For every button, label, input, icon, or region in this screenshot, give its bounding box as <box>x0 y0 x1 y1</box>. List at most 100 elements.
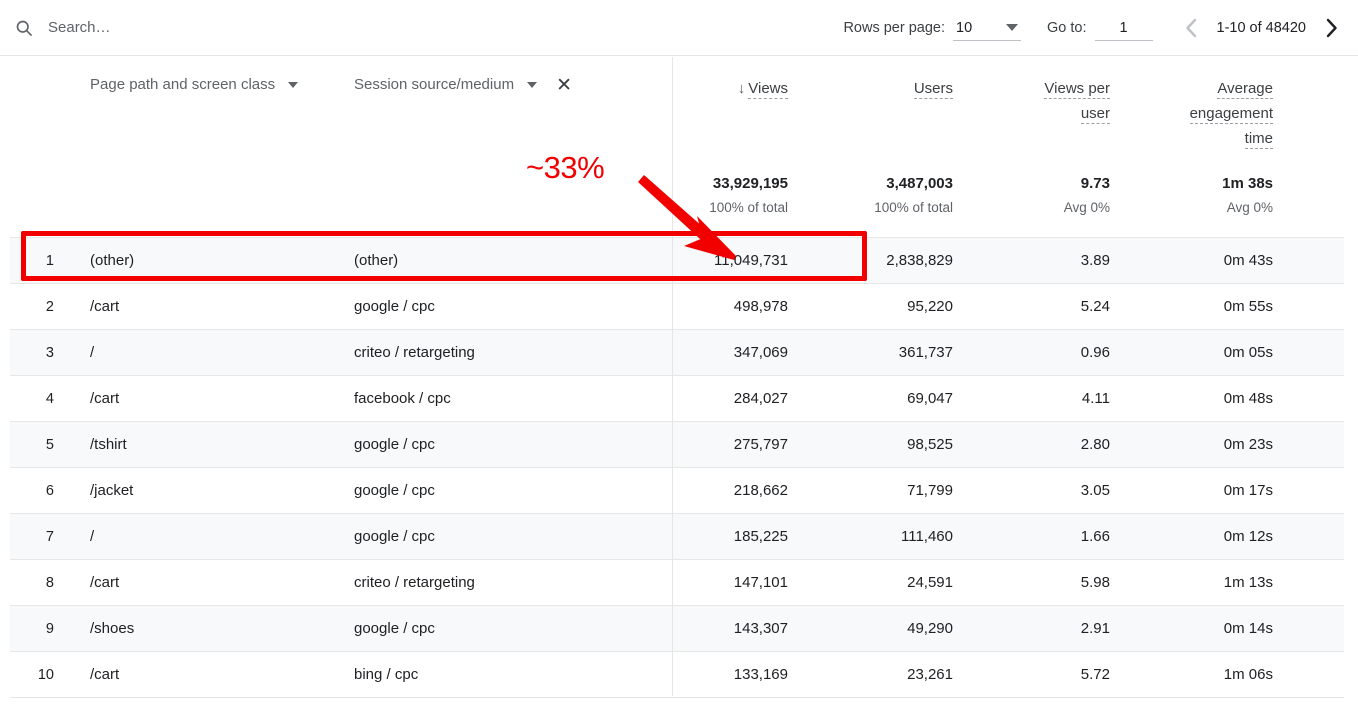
search-box[interactable] <box>14 10 468 46</box>
table-row[interactable]: 9/shoes google / cpc 143,307 49,290 2.91 0m 1… <box>10 606 1344 652</box>
cell-rank: 3 <box>45 344 54 361</box>
header-dimension-1[interactable]: Page path and screen class <box>54 56 352 174</box>
header-metric-avg-engagement-time-label[interactable]: Average engagement time <box>1118 76 1273 151</box>
header-metric-users-label[interactable]: Users <box>796 76 953 101</box>
cell-views: 498,978 <box>733 298 788 315</box>
dimension-1-selector[interactable]: Page path and screen class <box>90 76 299 93</box>
cell-page-path: / <box>90 344 95 361</box>
search-input[interactable] <box>48 15 468 40</box>
cell-rank: 10 <box>37 666 54 683</box>
cell-avg-engagement-time: 1m 13s <box>1223 574 1273 591</box>
annotation-percentage-label: ~33% <box>526 150 605 185</box>
cell-session-source-medium: google / cpc <box>354 482 435 499</box>
table-row[interactable]: 1 (other) (other) 11,049,731 2,838,829 3.89 0m… <box>10 238 1344 284</box>
cell-session-source-medium: criteo / retargeting <box>354 344 475 361</box>
cell-rank: 6 <box>45 482 54 499</box>
remove-dimension-2-icon[interactable]: ✕ <box>556 76 572 95</box>
totals-avg-engagement-time-cell: 1m 38s Avg 0% <box>1118 174 1294 217</box>
cell-session-source-medium: google / cpc <box>354 528 435 545</box>
table-row[interactable]: 7 / google / cpc 185,225 111,460 1.66 0m 12s <box>10 514 1344 560</box>
totals-users-value: 3,487,003 <box>886 175 953 192</box>
totals-users-subtext: 100% of total <box>874 200 953 215</box>
totals-views-per-user-value: 9.73 <box>1080 175 1110 192</box>
header-metric-views[interactable]: ↓ Views <box>634 56 796 174</box>
totals-views-per-user-cell: 9.73 Avg 0% <box>958 174 1118 217</box>
rows-per-page-select[interactable]: 10 <box>953 15 1021 41</box>
cell-users: 98,525 <box>907 436 953 453</box>
cell-avg-engagement-time: 0m 55s <box>1223 298 1273 315</box>
go-to-page-input[interactable] <box>1094 15 1153 41</box>
metric-aet-line-3: time <box>1244 130 1273 149</box>
header-metric-users[interactable]: Users <box>796 56 958 174</box>
cell-views: 133,169 <box>733 666 788 683</box>
cell-views-per-user: 2.80 <box>1080 436 1110 453</box>
cell-views-per-user: 2.91 <box>1080 620 1110 637</box>
cell-views: 147,101 <box>733 574 788 591</box>
dimension-2-selector[interactable]: Session source/medium <box>354 76 538 93</box>
cell-page-path: / <box>90 528 95 545</box>
chevron-right-icon <box>1326 18 1337 38</box>
header-metric-views-per-user-label[interactable]: Views per user <box>958 76 1110 126</box>
table-toolbar: Rows per page: 10 Go to: 1-10 of 48420 <box>0 0 1358 56</box>
chevron-down-icon <box>527 81 538 88</box>
chevron-down-icon <box>1006 24 1018 31</box>
rows-per-page-label: Rows per page: <box>843 20 945 36</box>
cell-views: 11,049,731 <box>714 252 788 269</box>
sort-descending-icon: ↓ <box>737 80 746 97</box>
cell-avg-engagement-time: 0m 05s <box>1223 344 1273 361</box>
go-to-label: Go to: <box>1047 20 1087 36</box>
cell-avg-engagement-time: 0m 12s <box>1223 528 1273 545</box>
totals-views-cell: 33,929,195 100% of total <box>634 174 796 217</box>
table-row[interactable]: 3 / criteo / retargeting 347,069 361,737 0.96… <box>10 330 1344 376</box>
header-metric-views-label[interactable]: ↓ Views <box>634 76 788 101</box>
cell-views-per-user: 3.05 <box>1080 482 1110 499</box>
cell-session-source-medium: facebook / cpc <box>354 390 451 407</box>
previous-page-button[interactable] <box>1175 11 1209 45</box>
cell-page-path: (other) <box>90 252 135 269</box>
cell-rank: 1 <box>45 252 54 269</box>
cell-views-per-user: 3.89 <box>1080 252 1110 269</box>
cell-page-path: /cart <box>90 666 120 683</box>
cell-session-source-medium: google / cpc <box>354 436 435 453</box>
next-page-button[interactable] <box>1314 11 1348 45</box>
cell-page-path: /cart <box>90 574 120 591</box>
cell-avg-engagement-time: 1m 06s <box>1223 666 1273 683</box>
cell-session-source-medium: bing / cpc <box>354 666 419 683</box>
cell-views: 185,225 <box>733 528 788 545</box>
table-row[interactable]: 4/cart facebook / cpc 284,027 69,047 4.11 0m … <box>10 376 1344 422</box>
column-group-divider <box>672 57 673 696</box>
table-row[interactable]: 6/jacket google / cpc 218,662 71,799 3.05 0m … <box>10 468 1344 514</box>
cell-page-path: /jacket <box>90 482 134 499</box>
totals-users-cell: 3,487,003 100% of total <box>796 174 958 217</box>
header-metric-avg-engagement-time[interactable]: Average engagement time <box>1118 56 1294 174</box>
pager: 1-10 of 48420 <box>1175 11 1349 45</box>
cell-rank: 7 <box>45 528 54 545</box>
cell-avg-engagement-time: 0m 43s <box>1223 252 1273 269</box>
cell-rank: 4 <box>45 390 54 407</box>
cell-rank: 9 <box>45 620 54 637</box>
metric-views-text: Views <box>748 80 788 99</box>
totals-avg-engagement-time-value: 1m 38s <box>1222 175 1273 192</box>
table-row[interactable]: 10/cart bing / cpc 133,169 23,261 5.72 1m 06s <box>10 652 1344 698</box>
cell-avg-engagement-time: 0m 14s <box>1223 620 1273 637</box>
cell-users: 24,591 <box>907 574 953 591</box>
cell-views-per-user: 4.11 <box>1081 390 1110 407</box>
cell-views-per-user: 0.96 <box>1080 344 1110 361</box>
cell-users: 71,799 <box>907 482 953 499</box>
table-header-row: Page path and screen class Session sourc… <box>10 56 1344 174</box>
table-row[interactable]: 8/cart criteo / retargeting 147,101 24,591 5… <box>10 560 1344 606</box>
cell-avg-engagement-time: 0m 48s <box>1223 390 1273 407</box>
table-row[interactable]: 5/tshirt google / cpc 275,797 98,525 2.80 0m … <box>10 422 1344 468</box>
cell-session-source-medium: google / cpc <box>354 620 435 637</box>
cell-views: 347,069 <box>733 344 788 361</box>
metric-vpu-line-1: Views per <box>1044 80 1110 99</box>
header-metric-views-per-user[interactable]: Views per user <box>958 56 1118 174</box>
cell-views-per-user: 5.98 <box>1080 574 1110 591</box>
cell-users: 111,460 <box>901 528 953 545</box>
cell-views: 284,027 <box>733 390 788 407</box>
rows-per-page-value: 10 <box>956 19 973 36</box>
cell-page-path: /tshirt <box>90 436 127 453</box>
cell-views-per-user: 5.72 <box>1080 666 1110 683</box>
dimension-1-label: Page path and screen class <box>90 76 276 93</box>
table-row[interactable]: 2/cart google / cpc 498,978 95,220 5.24 0m 55… <box>10 284 1344 330</box>
